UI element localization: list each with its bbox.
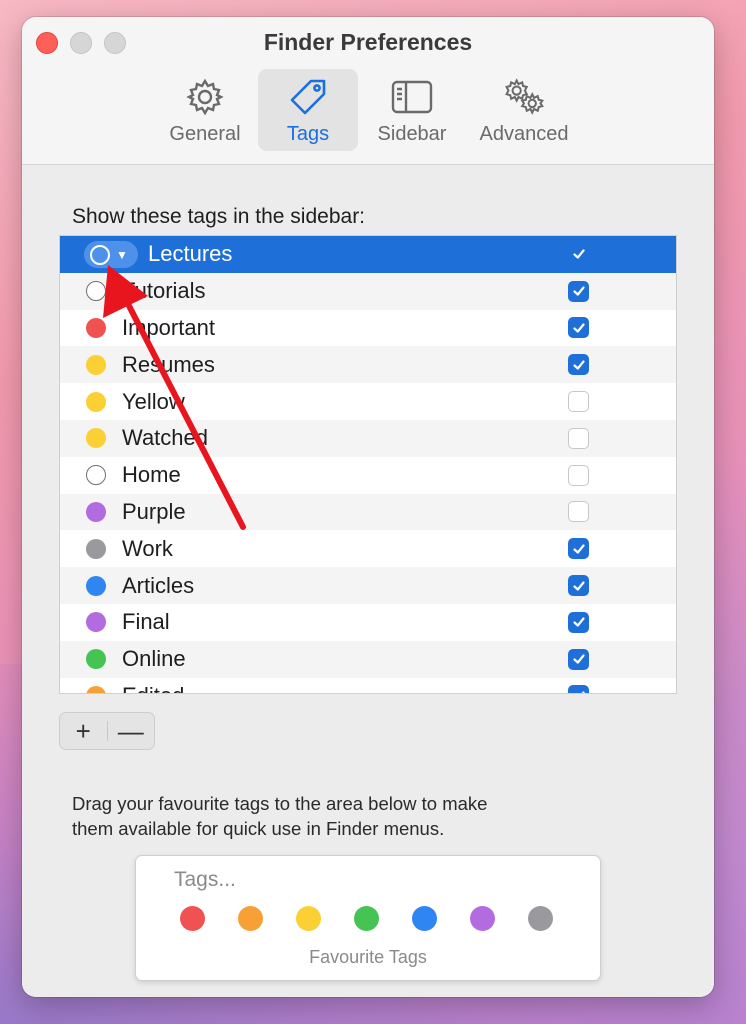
tag-row[interactable]: Purple <box>60 493 676 531</box>
tag-name: Work <box>122 535 173 561</box>
tag-name: Online <box>122 646 186 672</box>
show-in-sidebar-checkbox[interactable] <box>568 354 589 376</box>
favourite-tags-placeholder: Tags... <box>174 868 236 891</box>
show-in-sidebar-checkbox[interactable] <box>568 280 589 302</box>
finder-preferences-window: Finder Preferences General Tags Sidebar … <box>22 17 714 997</box>
tag-name: Edited <box>122 683 184 693</box>
tag-color-dot <box>86 317 106 338</box>
tag-color-dot <box>86 649 106 670</box>
favourite-tags-area[interactable]: Tags... Favourite Tags <box>135 855 601 981</box>
tag-color-dot <box>86 685 106 693</box>
tag-row[interactable]: ▼ Lectures <box>60 236 676 273</box>
tag-color-dot <box>86 465 106 486</box>
show-in-sidebar-checkbox[interactable] <box>568 611 589 633</box>
hint-line-1: Drag your favourite tags to the area bel… <box>72 793 488 814</box>
tag-name: Yellow <box>122 388 185 414</box>
show-in-sidebar-checkbox[interactable] <box>568 317 589 339</box>
tag-color-picker[interactable]: ▼ <box>84 241 138 268</box>
tags-pane: Show these tags in the sidebar: ▼ Lecture… <box>22 165 714 997</box>
tag-row[interactable]: Yellow <box>60 383 676 420</box>
tag-name: Tutorials <box>122 278 206 304</box>
tag-color-dot <box>86 575 106 596</box>
remove-tag-button[interactable]: — <box>108 713 155 749</box>
tag-color-dot <box>86 612 106 633</box>
tag-color-dot <box>86 538 106 559</box>
tab-tags-label: Tags <box>286 123 330 145</box>
tag-icon <box>286 75 330 119</box>
favourites-hint: Drag your favourite tags to the area bel… <box>72 791 632 841</box>
tab-sidebar-label: Sidebar <box>377 123 447 145</box>
titlebar: Finder Preferences General Tags Sidebar … <box>22 17 714 165</box>
show-in-sidebar-checkbox[interactable] <box>568 648 589 670</box>
tag-color-dot <box>86 281 106 302</box>
tag-name: Home <box>122 462 181 488</box>
favourite-tag-dots <box>180 906 553 931</box>
tag-row[interactable]: Resumes <box>60 346 676 384</box>
tag-list[interactable]: ▼ Lectures Tutorials Important Resumes Yellow… <box>59 235 677 694</box>
show-in-sidebar-checkbox[interactable] <box>568 464 589 486</box>
favourite-tag-dot[interactable] <box>528 906 553 931</box>
tag-row[interactable]: Work <box>60 530 676 567</box>
chevron-down-icon: ▼ <box>116 247 128 262</box>
tab-advanced[interactable]: Advanced <box>469 69 579 151</box>
favourite-tag-dot[interactable] <box>412 906 437 931</box>
show-in-sidebar-checkbox[interactable] <box>568 427 589 449</box>
tag-name: Resumes <box>122 351 215 377</box>
tag-color-dot <box>86 501 106 522</box>
show-in-sidebar-checkbox[interactable] <box>568 391 589 413</box>
add-tag-button[interactable]: + <box>60 713 107 749</box>
tag-name: Lectures <box>148 241 233 267</box>
show-in-sidebar-checkbox[interactable] <box>568 243 589 265</box>
favourite-tags-caption: Favourite Tags <box>309 947 427 967</box>
gear-icon <box>183 75 227 119</box>
window-title: Finder Preferences <box>263 29 473 55</box>
tab-advanced-label: Advanced <box>479 123 569 145</box>
favourite-tag-dot[interactable] <box>470 906 495 931</box>
sidebar-icon <box>390 75 434 119</box>
tag-row[interactable]: Watched <box>60 419 676 457</box>
tag-row[interactable]: Final <box>60 604 676 641</box>
tab-general-label: General <box>169 123 241 145</box>
tag-row[interactable]: Important <box>60 310 676 347</box>
hint-line-2: them available for quick use in Finder m… <box>72 818 445 839</box>
tag-name: Important <box>122 314 215 340</box>
tag-row[interactable]: Online <box>60 640 676 678</box>
add-remove-control: + — <box>59 712 155 750</box>
favourite-tag-dot[interactable] <box>296 906 321 931</box>
favourite-tag-dot[interactable] <box>180 906 205 931</box>
tab-general[interactable]: General <box>161 69 249 151</box>
tag-color-ring <box>90 244 110 265</box>
show-in-sidebar-checkbox[interactable] <box>568 501 589 523</box>
tag-row[interactable]: Tutorials <box>60 272 676 310</box>
favourite-tag-dot[interactable] <box>354 906 379 931</box>
tag-color-dot <box>86 354 106 375</box>
preferences-toolbar: General Tags Sidebar Advanced <box>22 69 714 153</box>
tag-row[interactable]: Articles <box>60 567 676 604</box>
tag-row[interactable]: Home <box>60 457 676 494</box>
tab-sidebar[interactable]: Sidebar <box>367 69 457 151</box>
tag-name: Articles <box>122 572 195 598</box>
show-in-sidebar-checkbox[interactable] <box>568 538 589 560</box>
tags-section-label: Show these tags in the sidebar: <box>72 205 366 228</box>
tag-row[interactable]: Edited <box>60 678 676 693</box>
favourite-tag-dot[interactable] <box>238 906 263 931</box>
tag-color-dot <box>86 428 106 449</box>
show-in-sidebar-checkbox[interactable] <box>568 575 589 597</box>
tag-name: Watched <box>122 425 209 451</box>
tag-color-dot <box>86 391 106 412</box>
tag-name: Purple <box>122 498 186 524</box>
show-in-sidebar-checkbox[interactable] <box>568 685 589 693</box>
tag-name: Final <box>122 609 170 635</box>
tab-tags[interactable]: Tags <box>258 69 358 151</box>
gears-icon <box>502 75 546 119</box>
